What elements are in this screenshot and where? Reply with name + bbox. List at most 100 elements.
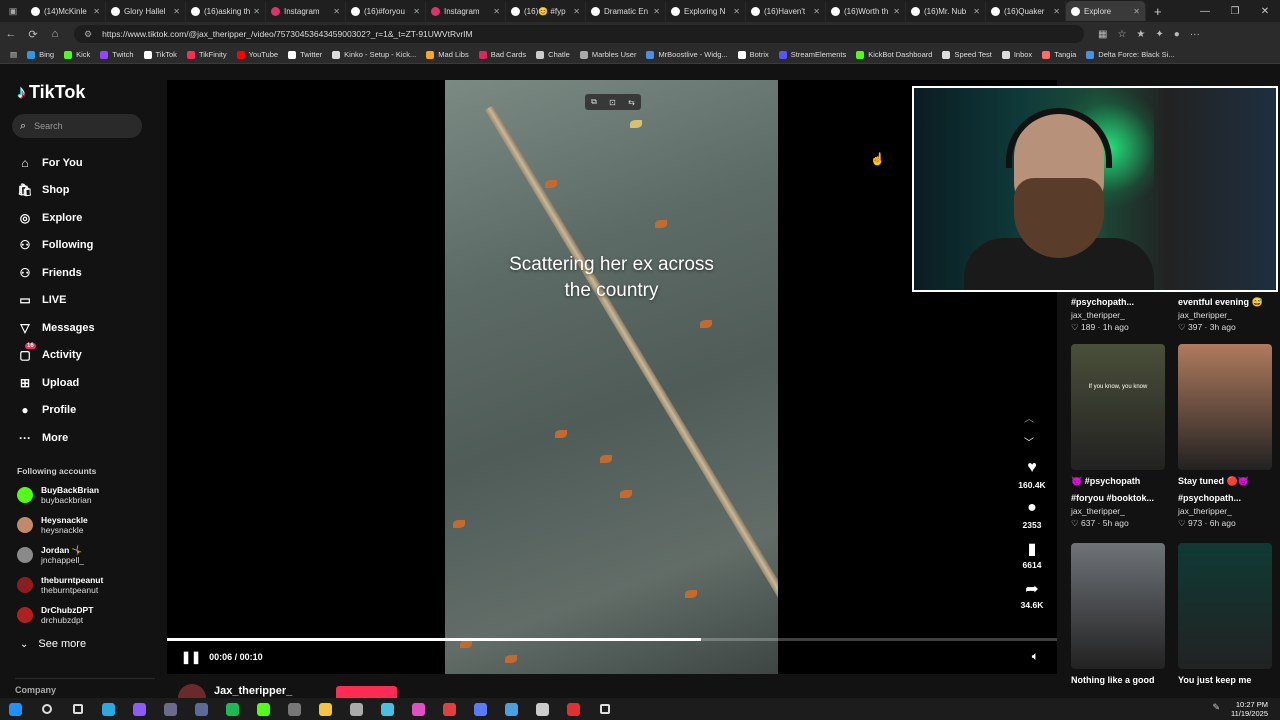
bookmark-item[interactable]: Twitch bbox=[100, 50, 134, 59]
tab-close-icon[interactable]: ✕ bbox=[1133, 7, 1140, 16]
reload-icon[interactable]: ⟳ bbox=[22, 28, 44, 41]
app-icon[interactable] bbox=[527, 698, 558, 720]
bookmark-item[interactable]: Bad Cards bbox=[478, 50, 526, 59]
avatar[interactable] bbox=[17, 547, 33, 563]
bookmark-item[interactable]: TikTok bbox=[143, 50, 177, 59]
company-link[interactable]: Company bbox=[15, 678, 155, 695]
home-icon[interactable]: ⌂ bbox=[44, 28, 66, 40]
volume-icon[interactable]: 🔈︎ bbox=[1032, 649, 1039, 664]
sidebar-item-following[interactable]: ⚇ Following bbox=[17, 232, 95, 260]
site-info-icon[interactable]: ⚙ bbox=[84, 29, 92, 40]
browser-tab[interactable]: (16)Haven't ✕ bbox=[746, 1, 826, 21]
settings-icon[interactable] bbox=[589, 698, 620, 720]
app-icon[interactable] bbox=[496, 698, 527, 720]
tab-close-icon[interactable]: ✕ bbox=[173, 7, 180, 16]
split-screen-icon[interactable]: ▦ bbox=[1098, 29, 1107, 40]
tab-close-icon[interactable]: ✕ bbox=[813, 7, 820, 16]
bookmark-item[interactable]: Kinko - Setup - Kick... bbox=[332, 50, 416, 59]
bookmark-item[interactable]: Bing bbox=[27, 50, 54, 59]
tab-actions-icon[interactable]: ▣ bbox=[0, 0, 26, 22]
previous-video-icon[interactable]: ︿ bbox=[1024, 410, 1034, 425]
browser-tab[interactable]: Exploring N ✕ bbox=[666, 1, 746, 21]
following-account[interactable]: Jordan 🤸 jnchappell_ bbox=[17, 545, 84, 565]
search-input[interactable]: ⌕ Search bbox=[12, 114, 142, 138]
app-icon[interactable] bbox=[434, 698, 465, 720]
new-tab-button[interactable]: + bbox=[1146, 4, 1170, 19]
app-icon[interactable] bbox=[558, 698, 589, 720]
profile-avatar-icon[interactable]: ● bbox=[1174, 29, 1180, 40]
kick-icon[interactable] bbox=[248, 698, 279, 720]
app-icon[interactable] bbox=[186, 698, 217, 720]
tab-close-icon[interactable]: ✕ bbox=[253, 7, 260, 16]
follow-button[interactable] bbox=[336, 686, 397, 698]
tab-close-icon[interactable]: ✕ bbox=[973, 7, 980, 16]
taskbar-clock[interactable]: 10:27 PM 11/19/2025 bbox=[1231, 700, 1268, 718]
bookmark-item[interactable]: Botrix bbox=[737, 50, 769, 59]
video-frame[interactable]: ⧉ ⊡ ⇆ Scattering her ex across the count… bbox=[445, 80, 778, 674]
favorites-bar-icon[interactable]: ★ bbox=[1136, 29, 1145, 40]
author-name[interactable]: Jax_theripper_ bbox=[214, 685, 292, 697]
next-video-icon[interactable]: ﹀ bbox=[1024, 434, 1034, 449]
video-card[interactable]: Stay tuned 🔴😈 #psychopath... jax_theripper… bbox=[1178, 344, 1273, 529]
browser-tab[interactable]: Instagram ✕ bbox=[266, 1, 346, 21]
app-icon[interactable] bbox=[279, 698, 310, 720]
video-card-author[interactable]: jax_theripper_ bbox=[1071, 310, 1166, 320]
close-window-icon[interactable]: ✕ bbox=[1250, 0, 1280, 22]
bookmark-item[interactable]: TikFinity bbox=[186, 50, 227, 59]
video-thumbnail[interactable] bbox=[1178, 543, 1272, 669]
windows-start-icon[interactable] bbox=[0, 698, 31, 720]
sidebar-item-activity[interactable]: ▢ 16 Activity bbox=[17, 342, 95, 370]
bookmark-item[interactable]: KickBot Dashboard bbox=[856, 50, 932, 59]
tab-close-icon[interactable]: ✕ bbox=[493, 7, 500, 16]
avatar[interactable] bbox=[17, 607, 33, 623]
favorite-icon[interactable]: ☆ bbox=[1117, 29, 1126, 40]
sidebar-item-profile[interactable]: ● Profile bbox=[17, 397, 95, 425]
sidebar-item-explore[interactable]: ◎ Explore bbox=[17, 204, 95, 232]
app-icon[interactable] bbox=[465, 698, 496, 720]
video-thumbnail[interactable] bbox=[1071, 543, 1165, 669]
url-field[interactable]: ⚙ https://www.tiktok.com/@jax_theripper_… bbox=[74, 25, 1084, 43]
sidebar-item-friends[interactable]: ⚇ Friends bbox=[17, 259, 95, 287]
bookmark-item[interactable]: Kick bbox=[64, 50, 90, 59]
sidebar-item-more[interactable]: ··· More bbox=[17, 424, 95, 452]
extensions-icon[interactable]: ✦ bbox=[1155, 29, 1163, 40]
browser-tab[interactable]: (16)asking th ✕ bbox=[186, 1, 266, 21]
translate-icon[interactable]: ⇆ bbox=[628, 98, 635, 107]
bookmark-item[interactable]: Twitter bbox=[288, 50, 322, 59]
bookmark-item[interactable]: Marbles User bbox=[579, 50, 636, 59]
back-icon[interactable]: ← bbox=[0, 28, 22, 40]
pen-tray-icon[interactable]: ✎ bbox=[1212, 702, 1220, 713]
bookmark-item[interactable]: Delta Force: Black Si... bbox=[1086, 50, 1175, 59]
app-icon[interactable] bbox=[403, 698, 434, 720]
edge-icon[interactable] bbox=[93, 698, 124, 720]
chrome-icon[interactable] bbox=[124, 698, 155, 720]
search-icon[interactable] bbox=[31, 698, 62, 720]
bookmark-item[interactable]: Speed Test bbox=[942, 50, 992, 59]
following-account[interactable]: BuyBackBrian buybackbrian bbox=[17, 485, 99, 505]
tab-close-icon[interactable]: ✕ bbox=[1053, 7, 1060, 16]
picture-in-picture-icon[interactable]: ⧉ bbox=[591, 97, 597, 107]
avatar[interactable] bbox=[17, 487, 33, 503]
bookmark-item[interactable]: Inbox bbox=[1001, 50, 1032, 59]
tab-close-icon[interactable]: ✕ bbox=[93, 7, 100, 16]
video-card-author[interactable]: jax_theripper_ bbox=[1071, 506, 1166, 516]
bookmark-item[interactable]: MrBoostlive - Widg... bbox=[646, 50, 728, 59]
author-avatar[interactable] bbox=[178, 684, 206, 698]
video-card-author[interactable]: jax_theripper_ bbox=[1178, 506, 1273, 516]
spotify-icon[interactable] bbox=[217, 698, 248, 720]
video-thumbnail[interactable] bbox=[1178, 344, 1272, 470]
screenshot-icon[interactable]: ⊡ bbox=[609, 98, 616, 107]
browser-tab[interactable]: Dramatic En ✕ bbox=[586, 1, 666, 21]
tiktok-logo[interactable]: ♪ TikTok bbox=[17, 82, 85, 103]
bookmarks-menu-icon[interactable]: ▤ bbox=[10, 50, 17, 59]
like-button[interactable]: ♥ 160.4K bbox=[1010, 459, 1054, 490]
bookmark-item[interactable]: YouTube bbox=[236, 50, 278, 59]
tab-close-icon[interactable]: ✕ bbox=[893, 7, 900, 16]
app-icon[interactable] bbox=[372, 698, 403, 720]
sidebar-item-live[interactable]: ▭ LIVE bbox=[17, 287, 95, 315]
obs-icon[interactable] bbox=[155, 698, 186, 720]
file-explorer-icon[interactable] bbox=[310, 698, 341, 720]
browser-tab[interactable]: Glory Hallel ✕ bbox=[106, 1, 186, 21]
tab-close-icon[interactable]: ✕ bbox=[653, 7, 660, 16]
tab-close-icon[interactable]: ✕ bbox=[333, 7, 340, 16]
